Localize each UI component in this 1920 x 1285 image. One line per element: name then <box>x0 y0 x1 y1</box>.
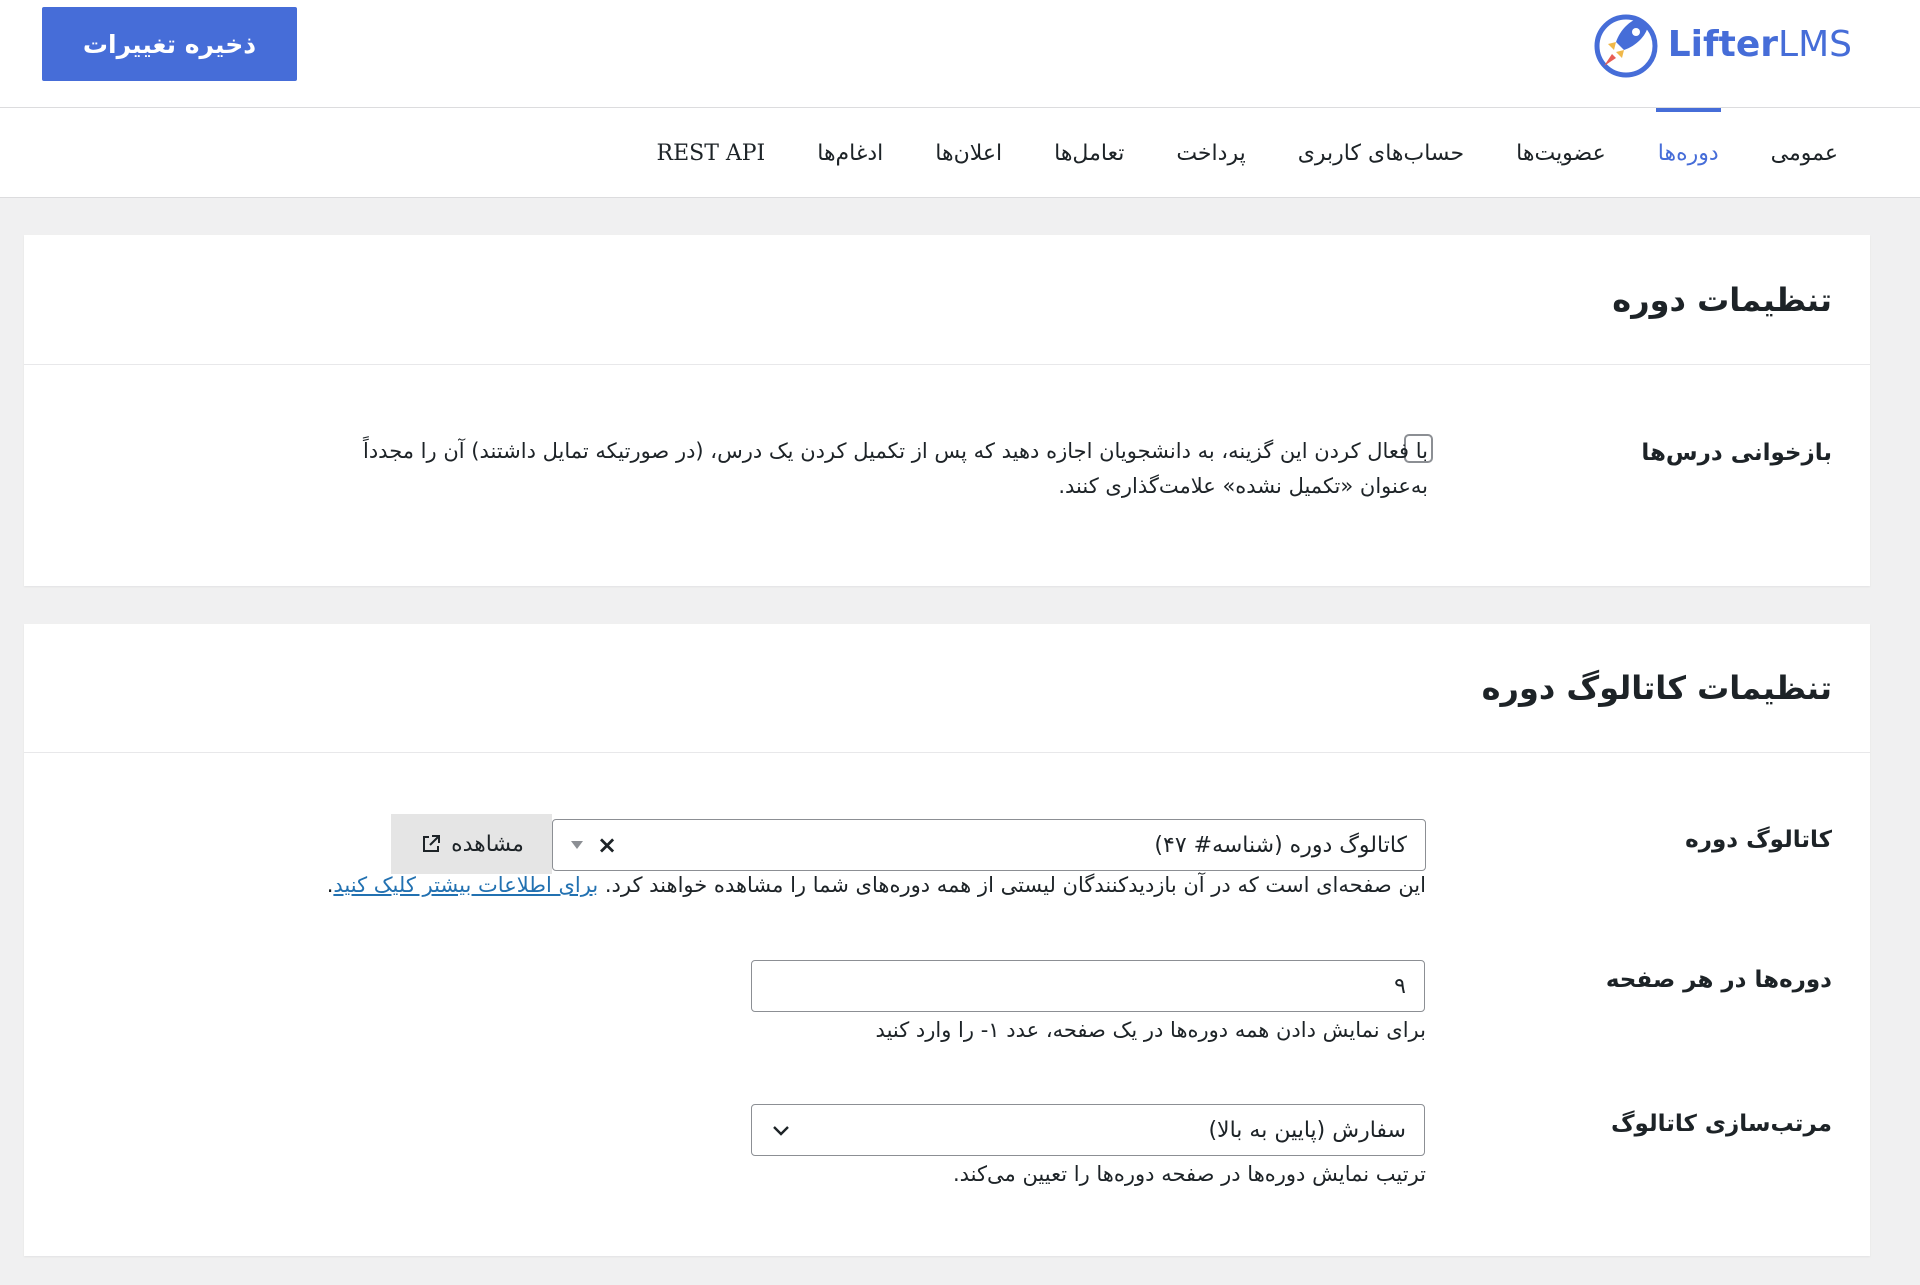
catalog-sorting-label: مرتب‌سازی کاتالوگ <box>1610 1111 1832 1137</box>
catalog-sorting-description: ترتیب نمایش دوره‌ها در صفحه دوره‌ها را ت… <box>952 1162 1426 1186</box>
view-catalog-button[interactable]: مشاهده <box>391 814 552 874</box>
retake-lessons-description: با فعال کردن این گزینه، به دانشجویان اجا… <box>362 439 1428 498</box>
tab-checkout[interactable]: پرداخت <box>1150 108 1271 198</box>
course-catalog-description: این صفحه‌ای است که در آن بازدیدکنندگان ل… <box>326 873 1426 897</box>
save-changes-button[interactable]: ذخیره تغییرات <box>42 7 297 81</box>
courses-per-page-description: برای نمایش دادن همه دوره‌ها در یک صفحه، … <box>875 1018 1426 1042</box>
course-catalog-select[interactable]: کاتالوگ دوره (شناسه# ۴۷) × <box>552 819 1426 871</box>
catalog-sorting-select[interactable]: سفارش (پایین به بالا) <box>751 1104 1425 1156</box>
catalog-settings-title: تنظیمات کاتالوگ دوره <box>1481 669 1832 707</box>
course-catalog-label: کاتالوگ دوره <box>1685 827 1832 853</box>
tab-general[interactable]: عمومی <box>1745 108 1864 198</box>
course-settings-header: تنظیمات دوره <box>24 235 1870 365</box>
tab-courses[interactable]: دوره‌ها <box>1632 108 1745 198</box>
tab-memberships[interactable]: عضویت‌ها <box>1490 108 1632 198</box>
lifterlms-logo[interactable]: LifterLMS <box>1590 6 1852 82</box>
catalog-settings-header: تنظیمات کاتالوگ دوره <box>24 624 1870 753</box>
courses-per-page-input[interactable]: ۹ <box>751 960 1425 1012</box>
tab-accounts[interactable]: حساب‌های کاربری <box>1272 108 1490 198</box>
view-catalog-label: مشاهده <box>451 831 524 857</box>
retake-lessons-label: بازخوانی درس‌ها <box>1641 440 1832 466</box>
course-settings-title: تنظیمات دوره <box>1612 280 1832 319</box>
courses-per-page-value: ۹ <box>1394 973 1406 999</box>
tab-rest-api[interactable]: REST API <box>631 108 792 198</box>
courses-per-page-label: دوره‌ها در هر صفحه <box>1605 967 1832 993</box>
clear-selection-icon[interactable]: × <box>597 831 617 859</box>
course-catalog-selected-value: کاتالوگ دوره (شناسه# ۴۷) <box>1154 832 1407 858</box>
logo-wordmark: LifterLMS <box>1667 23 1852 65</box>
settings-tab-bar: عمومی دوره‌ها عضویت‌ها حساب‌های کاربری پ… <box>0 108 1920 198</box>
tab-notifications[interactable]: اعلان‌ها <box>909 108 1028 198</box>
dropdown-triangle-icon <box>571 841 583 849</box>
chevron-down-icon <box>770 1119 792 1141</box>
catalog-settings-card: تنظیمات کاتالوگ دوره کاتالوگ دوره کاتالو… <box>24 624 1870 1256</box>
rocket-logo-icon <box>1594 14 1658 78</box>
tab-integrations[interactable]: ادغام‌ها <box>791 108 909 198</box>
catalog-sorting-value: سفارش (پایین به بالا) <box>1208 1117 1406 1143</box>
top-header: ذخیره تغییرات LifterLMS <box>0 0 1920 108</box>
external-link-icon <box>419 832 443 856</box>
tab-engagements[interactable]: تعامل‌ها <box>1028 108 1150 198</box>
more-info-link[interactable]: برای اطلاعات بیشتر کلیک کنید <box>333 873 598 897</box>
course-settings-card: تنظیمات دوره بازخوانی درس‌ها با فعال کرد… <box>24 235 1870 586</box>
